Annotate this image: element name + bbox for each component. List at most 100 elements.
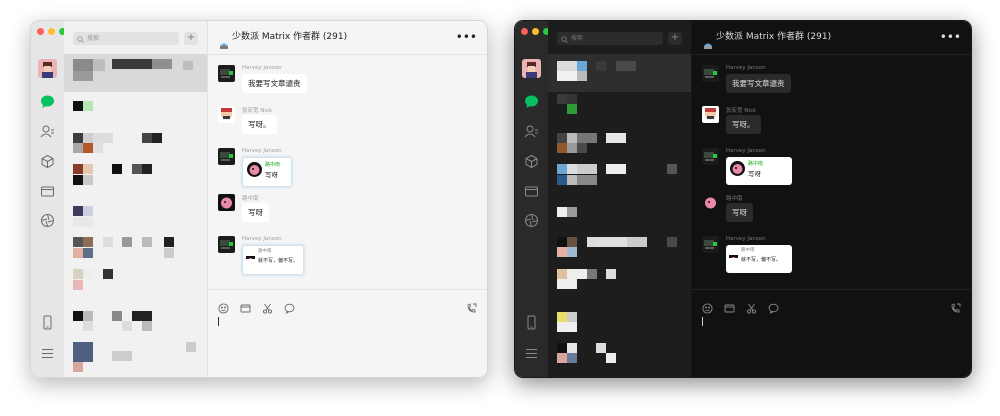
text-caret — [702, 317, 703, 326]
avatar — [218, 106, 235, 123]
phone-icon[interactable] — [40, 315, 55, 330]
quoted-message[interactable]: 路中南 就不写，偏不写。 — [726, 245, 792, 273]
scissors-icon[interactable] — [262, 299, 273, 314]
folder-icon[interactable] — [524, 184, 539, 199]
avatar — [218, 65, 235, 82]
folder-icon[interactable] — [724, 299, 735, 313]
quoted-sender: 路中南 — [748, 161, 764, 167]
message-bubble[interactable]: 写呀。 — [242, 115, 277, 134]
search-placeholder: 搜索 — [571, 35, 584, 42]
call-icon[interactable] — [950, 299, 961, 313]
chat-title: 少数派 Matrix 作者群 (291) — [716, 32, 832, 42]
quoted-sender: 路中南 — [258, 249, 272, 254]
emoji-icon[interactable] — [702, 299, 713, 314]
sender-name: 张宏宽 Nick — [242, 108, 273, 114]
quoted-avatar — [729, 249, 738, 258]
message-bubble[interactable]: 写呀。 — [726, 115, 761, 134]
my-avatar[interactable] — [38, 59, 57, 78]
avatar — [218, 148, 235, 165]
scissors-icon[interactable] — [746, 299, 757, 314]
phone-icon[interactable] — [524, 315, 539, 330]
message-bubble[interactable]: 我要写文章谴责 — [726, 74, 791, 93]
quoted-message[interactable]: 路中南 就不写，偏不写。 — [242, 245, 304, 275]
chat-bubble-icon[interactable] — [768, 299, 779, 314]
chat-bubble-icon[interactable] — [524, 94, 539, 109]
message-bubble[interactable]: 写呀 — [726, 203, 753, 222]
minimize-button[interactable] — [48, 28, 55, 35]
add-button[interactable]: + — [668, 32, 682, 45]
conversation-list: 搜索 + — [64, 21, 208, 377]
quoted-avatar — [246, 250, 255, 259]
sender-name: Harvey Janson — [726, 236, 766, 242]
quoted-message[interactable]: 路中南 写呀 — [242, 157, 292, 187]
wechat-window-dark: 搜索 + 少数派 Matrix 作者群 (291) ••• Harvey Jan… — [514, 20, 972, 378]
sender-name: Harvey Janson — [242, 65, 282, 71]
search-icon — [77, 35, 84, 43]
avatar — [702, 106, 719, 123]
cube-icon[interactable] — [524, 154, 539, 169]
chat-header: 少数派 Matrix 作者群 (291) ••• — [692, 21, 971, 55]
aperture-icon[interactable] — [40, 213, 55, 228]
avatar — [702, 194, 719, 211]
traffic-lights — [37, 28, 66, 35]
minimize-button[interactable] — [532, 28, 539, 35]
quoted-message[interactable]: 路中南 写呀 — [726, 157, 792, 185]
sender-name: Harvey Janson — [726, 65, 766, 71]
group-icon — [219, 32, 229, 49]
chat-pane: 少数派 Matrix 作者群 (291) ••• Harvey Janson 我… — [208, 21, 487, 377]
search-placeholder: 搜索 — [87, 35, 100, 42]
avatar — [702, 236, 719, 253]
quoted-text: 就不写，偏不写。 — [741, 257, 782, 263]
chat-bubble-icon[interactable] — [40, 94, 55, 109]
sender-name: 张宏宽 Nick — [726, 108, 757, 114]
search-icon — [561, 35, 568, 43]
menu-icon[interactable] — [524, 346, 539, 361]
quoted-text: 就不写，偏不写。 — [258, 258, 299, 264]
close-button[interactable] — [37, 28, 44, 35]
sender-name: Harvey Janson — [726, 148, 766, 154]
text-caret — [218, 317, 219, 326]
quoted-text: 写呀 — [748, 170, 761, 178]
message-input-area[interactable] — [208, 289, 487, 377]
group-icon — [703, 32, 713, 49]
traffic-lights — [521, 28, 550, 35]
more-options-button[interactable]: ••• — [940, 21, 961, 54]
contacts-icon[interactable] — [40, 124, 55, 139]
chat-bubble-icon[interactable] — [284, 299, 295, 314]
chat-title: 少数派 Matrix 作者群 (291) — [232, 32, 348, 42]
quoted-sender: 路中南 — [741, 248, 755, 253]
conversation-list: 搜索 + — [548, 21, 692, 377]
aperture-icon[interactable] — [524, 213, 539, 228]
call-icon[interactable] — [466, 299, 477, 313]
quoted-text: 写呀 — [265, 171, 278, 179]
avatar — [702, 148, 719, 165]
avatar — [218, 194, 235, 211]
sender-name: Harvey Janson — [242, 236, 282, 242]
message-input-area[interactable] — [692, 289, 971, 377]
quoted-avatar — [247, 162, 262, 177]
my-avatar[interactable] — [522, 59, 541, 78]
emoji-icon[interactable] — [218, 299, 229, 314]
search-input[interactable]: 搜索 — [73, 32, 179, 45]
more-options-button[interactable]: ••• — [456, 21, 477, 54]
folder-icon[interactable] — [240, 299, 251, 313]
menu-icon[interactable] — [40, 346, 55, 361]
nav-rail — [31, 21, 66, 377]
chat-pane: 少数派 Matrix 作者群 (291) ••• Harvey Janson 我… — [692, 21, 971, 377]
sender-name: 路中南 — [726, 196, 743, 202]
message-bubble[interactable]: 我要写文章谴责 — [242, 74, 307, 93]
quoted-sender: 路中南 — [265, 162, 281, 168]
quoted-avatar — [730, 161, 745, 176]
chat-header: 少数派 Matrix 作者群 (291) ••• — [208, 21, 487, 55]
folder-icon[interactable] — [40, 184, 55, 199]
search-input[interactable]: 搜索 — [557, 32, 663, 45]
wechat-window-light: 搜索 + 少数派 Matrix 作者群 (291) ••• Harvey Jan… — [30, 20, 488, 378]
avatar — [702, 65, 719, 82]
close-button[interactable] — [521, 28, 528, 35]
cube-icon[interactable] — [40, 154, 55, 169]
add-button[interactable]: + — [184, 32, 198, 45]
contacts-icon[interactable] — [524, 124, 539, 139]
sender-name: Harvey Janson — [242, 148, 282, 154]
message-bubble[interactable]: 写呀 — [242, 203, 269, 222]
nav-rail — [515, 21, 550, 377]
